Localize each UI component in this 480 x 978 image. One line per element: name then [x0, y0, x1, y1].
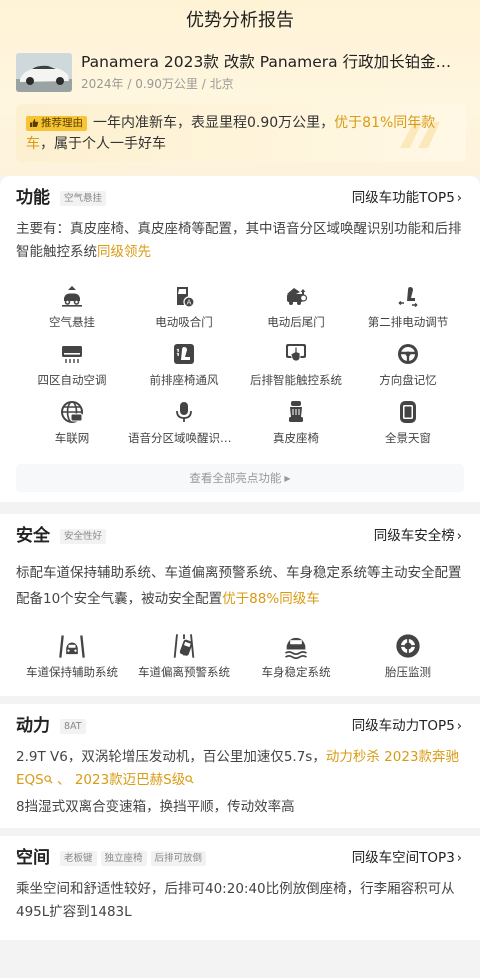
power-title: 动力 [16, 716, 50, 736]
power-card: 动力 8AT 同级车动力TOP5 › 2.9T V6，双涡轮增压发动机，百公里加速… [0, 704, 480, 828]
feature-item[interactable]: 后排智能触控系统 [240, 342, 352, 394]
feature-item[interactable]: 全景天窗 [352, 400, 464, 452]
safety-card-header: 安全 安全性好 同级车安全榜 › [16, 514, 464, 554]
car-thumbnail[interactable] [16, 53, 72, 92]
feature-item[interactable]: 胎压监测 [352, 634, 464, 686]
chevron-right-icon: › [456, 529, 462, 544]
space-description: 乘坐空间和舒适性较好，后排可40:20:40比例放倒座椅，行李厢容积可从495L… [16, 881, 455, 920]
triangle-right-icon: ▶ [284, 474, 291, 483]
rear-touch-control-icon [286, 344, 306, 362]
feature-item[interactable]: 车道保持辅助系统 [16, 634, 128, 686]
lane-keep-assist-icon [59, 635, 85, 658]
second-row-seat-icon [398, 287, 418, 308]
chevron-right-icon: › [456, 851, 462, 866]
space-card-header: 空间 老板键 独立座椅 后排可放倒 同级车空间TOP3 › [16, 836, 464, 876]
recommend-reason-text: 推荐理由 一年内准新车，表显里程0.90万公里，优于81%同年款车，属于个人一手好… [26, 113, 456, 155]
tire-pressure-icon [396, 634, 420, 658]
safety-card: 安全 安全性好 同级车安全榜 › 标配车道保持辅助系统、车道偏离预警系统、车身稳定… [0, 514, 480, 696]
space-badge: 独立座椅 [100, 851, 147, 866]
feature-item[interactable]: A 电动吸合门 [128, 284, 240, 336]
thumbs-up-icon [30, 119, 39, 127]
recommend-reason-tag: 推荐理由 [26, 116, 87, 131]
function-badges: 空气悬挂 [56, 190, 107, 209]
compare-link-maybach[interactable]: 2023款迈巴赫S级 [75, 772, 194, 788]
seat-ventilation-icon [174, 344, 194, 364]
car-name[interactable]: Panamera 2023款 改款 Panamera 行政加长铂金版 2.9T [81, 51, 461, 73]
function-title: 功能 [16, 188, 50, 208]
safety-title: 安全 [16, 526, 50, 546]
safety-badge: 安全性好 [60, 529, 107, 544]
safety-description: 标配车道保持辅助系统、车道偏离预警系统、车身稳定系统等主动安全配置 配备10个安… [16, 565, 462, 607]
power-badges: 8AT [56, 718, 86, 737]
feature-item[interactable]: 前排座椅通风 [128, 342, 240, 394]
stability-control-icon [285, 637, 307, 660]
space-badge: 老板键 [60, 851, 97, 866]
report-header: 优势分析报告 Panamera 2023款 改款 Panamera 行政加长铂金… [0, 0, 480, 176]
feature-item[interactable]: 车身稳定系统 [240, 634, 352, 686]
power-tailgate-icon [287, 288, 308, 305]
function-feature-grid: 空气悬挂 A 电动吸合门 电动后尾门 第二排电动调节 四区自动空调 前排座椅通风… [16, 284, 464, 454]
feature-item[interactable]: 四区自动空调 [16, 342, 128, 394]
search-icon [44, 775, 53, 784]
air-suspension-icon [62, 286, 82, 307]
soft-close-door-icon: A [177, 287, 195, 308]
safety-rank-link[interactable]: 同级车安全榜 › [374, 526, 462, 547]
reason-text-part1: 一年内准新车，表显里程0.90万公里， [93, 115, 335, 131]
space-card: 空间 老板键 独立座椅 后排可放倒 同级车空间TOP3 › 乘坐空间和舒适性较好，后排… [0, 836, 480, 940]
page-bottom-spacer [0, 940, 480, 978]
feature-item[interactable]: 语音分区域唤醒识别功能 [128, 400, 240, 452]
steering-wheel-memory-icon [398, 344, 418, 364]
feature-item[interactable]: 车道偏离预警系统 [128, 634, 240, 686]
reason-text-part2: ，属于个人一手好车 [40, 136, 166, 152]
four-zone-ac-icon [62, 346, 82, 363]
panoramic-sunroof-icon [400, 401, 416, 423]
power-badge: 8AT [60, 719, 86, 734]
space-badge: 后排可放倒 [150, 851, 207, 866]
section-divider [0, 696, 480, 704]
connected-car-icon [61, 401, 83, 423]
feature-item[interactable]: 电动后尾门 [240, 284, 352, 336]
leather-seat-icon [289, 401, 303, 422]
safety-badges: 安全性好 [56, 528, 107, 547]
voice-recognition-icon [176, 402, 192, 422]
view-all-features-button[interactable]: 查看全部亮点功能 ▶ [16, 464, 464, 492]
power-rank-link[interactable]: 同级车动力TOP5 › [352, 716, 462, 737]
lane-departure-warning-icon [173, 634, 195, 658]
power-card-header: 动力 8AT 同级车动力TOP5 › [16, 704, 464, 744]
search-icon [185, 775, 194, 784]
power-description: 2.9T V6，双涡轮增压发动机，百公里加速仅5.7s，动力秒杀 2023款奔驰… [16, 749, 459, 815]
chevron-right-icon: › [456, 191, 462, 206]
function-card: 功能 空气悬挂 同级车功能TOP5 › 主要有：真皮座椅、真皮座椅等配置，其中语音… [0, 176, 480, 502]
space-title: 空间 [16, 848, 50, 868]
recommend-reason-box: 推荐理由 一年内准新车，表显里程0.90万公里，优于81%同年款车，属于个人一手好… [16, 104, 466, 162]
svg-text:A: A [187, 299, 192, 307]
function-badge: 空气悬挂 [60, 191, 107, 206]
feature-item[interactable]: 空气悬挂 [16, 284, 128, 336]
function-description: 主要有：真皮座椅、真皮座椅等配置，其中语音分区域唤醒识别功能和后排智能触控系统同… [16, 221, 462, 260]
feature-item[interactable]: 车联网 [16, 400, 128, 452]
function-card-header: 功能 空气悬挂 同级车功能TOP5 › [16, 176, 464, 216]
safety-feature-grid: 车道保持辅助系统 车道偏离预警系统 车身稳定系统 胎压监测 [16, 634, 464, 690]
space-badges: 老板键 独立座椅 后排可放倒 [56, 850, 207, 869]
chevron-right-icon: › [456, 719, 462, 734]
car-meta: 2024年 / 0.90万公里 / 北京 [81, 77, 234, 91]
feature-item[interactable]: 真皮座椅 [240, 400, 352, 452]
feature-item[interactable]: 方向盘记忆 [352, 342, 464, 394]
space-rank-link[interactable]: 同级车空间TOP3 › [352, 848, 462, 869]
function-rank-link[interactable]: 同级车功能TOP5 › [352, 188, 462, 209]
section-divider [0, 828, 480, 836]
feature-item[interactable]: 第二排电动调节 [352, 284, 464, 336]
page-title: 优势分析报告 [186, 10, 294, 31]
section-divider [0, 506, 480, 514]
